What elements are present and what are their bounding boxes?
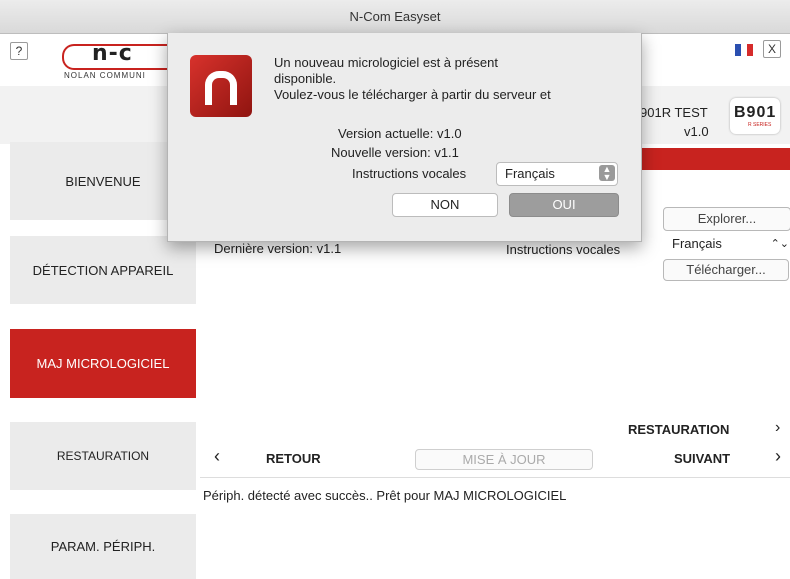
sidebar-item-detection[interactable]: DÉTECTION APPAREIL <box>10 236 196 304</box>
device-version: v1.0 <box>684 124 709 139</box>
dialog-line: Un nouveau micrologiciel est à présent <box>274 55 499 70</box>
help-button[interactable]: ? <box>10 42 28 60</box>
updown-icon: ⌃⌄ <box>770 238 789 250</box>
device-name: 901R TEST <box>640 105 708 120</box>
logo-subtext: NOLAN COMMUNI <box>64 71 146 80</box>
update-label: MISE À JOUR <box>462 452 546 467</box>
close-button[interactable]: X <box>763 40 781 58</box>
chevron-left-icon[interactable]: ‹ <box>214 446 220 467</box>
close-label: X <box>767 42 776 56</box>
back-button[interactable]: RETOUR <box>266 451 321 466</box>
voice-select[interactable]: Français ⌃⌄ <box>663 234 789 254</box>
download-button[interactable]: Télécharger... <box>663 259 789 281</box>
yes-button[interactable]: OUI <box>509 193 619 217</box>
window-title: N-Com Easyset <box>349 9 441 24</box>
sidebar-item-label: RESTAURATION <box>56 449 150 463</box>
update-button[interactable]: MISE À JOUR <box>415 449 593 470</box>
ncom-app-icon <box>190 55 252 117</box>
new-version-text: Nouvelle version: v1.1 <box>331 145 459 160</box>
sidebar-item-param[interactable]: PARAM. PÉRIPH. <box>10 514 196 579</box>
latest-version-text: Dernière version: v1.1 <box>214 241 342 256</box>
dialog-voice-value: Français <box>505 166 555 181</box>
sidebar-item-maj[interactable]: MAJ MICROLOGICIEL <box>10 329 196 398</box>
no-label: NON <box>430 197 460 212</box>
sidebar-item-label: DÉTECTION APPAREIL <box>32 262 174 278</box>
next-button[interactable]: SUIVANT <box>674 451 730 466</box>
voice-label: Instructions vocales <box>506 242 621 257</box>
flag-fr-icon[interactable] <box>735 44 753 56</box>
ncom-logo: n-c NOLAN COMMUNI <box>62 41 172 84</box>
chevron-right-icon[interactable]: › <box>775 446 781 467</box>
device-logo-sub: R SERIES <box>748 122 772 128</box>
sidebar-item-label: BIENVENUE <box>65 173 141 189</box>
restore-nav-label[interactable]: RESTAURATION <box>628 422 729 437</box>
dialog-line: disponible. <box>274 71 337 86</box>
status-text: Périph. détecté avec succès.. Prêt pour … <box>203 488 567 503</box>
logo-text: n-c <box>92 41 133 66</box>
update-dialog: Un nouveau micrologiciel est à présent d… <box>167 33 642 242</box>
help-label: ? <box>15 44 23 58</box>
current-version-text: Version actuelle: v1.0 <box>338 126 462 141</box>
sidebar-item-label: MAJ MICROLOGICIEL <box>36 356 170 371</box>
sidebar-item-label: PARAM. PÉRIPH. <box>50 539 156 554</box>
device-logo-text: B901 <box>734 104 777 121</box>
sidebar-item-restauration[interactable]: RESTAURATION <box>10 422 196 490</box>
voice-select-value: Français <box>672 236 722 251</box>
yes-label: OUI <box>552 197 576 212</box>
dialog-voice-label: Instructions vocales <box>352 166 467 181</box>
chevron-right-icon[interactable]: › <box>775 419 780 437</box>
updown-icon: ▲ ▼ <box>599 165 615 182</box>
explorer-label: Explorer... <box>697 211 757 226</box>
dialog-voice-select[interactable]: Français ▲ ▼ <box>496 162 618 186</box>
dialog-message: Un nouveau micrologiciel est à présent d… <box>274 55 551 103</box>
dialog-line: Voulez-vous le télécharger à partir du s… <box>274 87 551 102</box>
device-logo: B901 R SERIES <box>730 98 780 134</box>
window-titlebar: N-Com Easyset <box>0 0 790 34</box>
download-label: Télécharger... <box>686 262 766 277</box>
explorer-button[interactable]: Explorer... <box>663 207 790 231</box>
no-button[interactable]: NON <box>392 193 498 217</box>
divider <box>200 477 790 478</box>
